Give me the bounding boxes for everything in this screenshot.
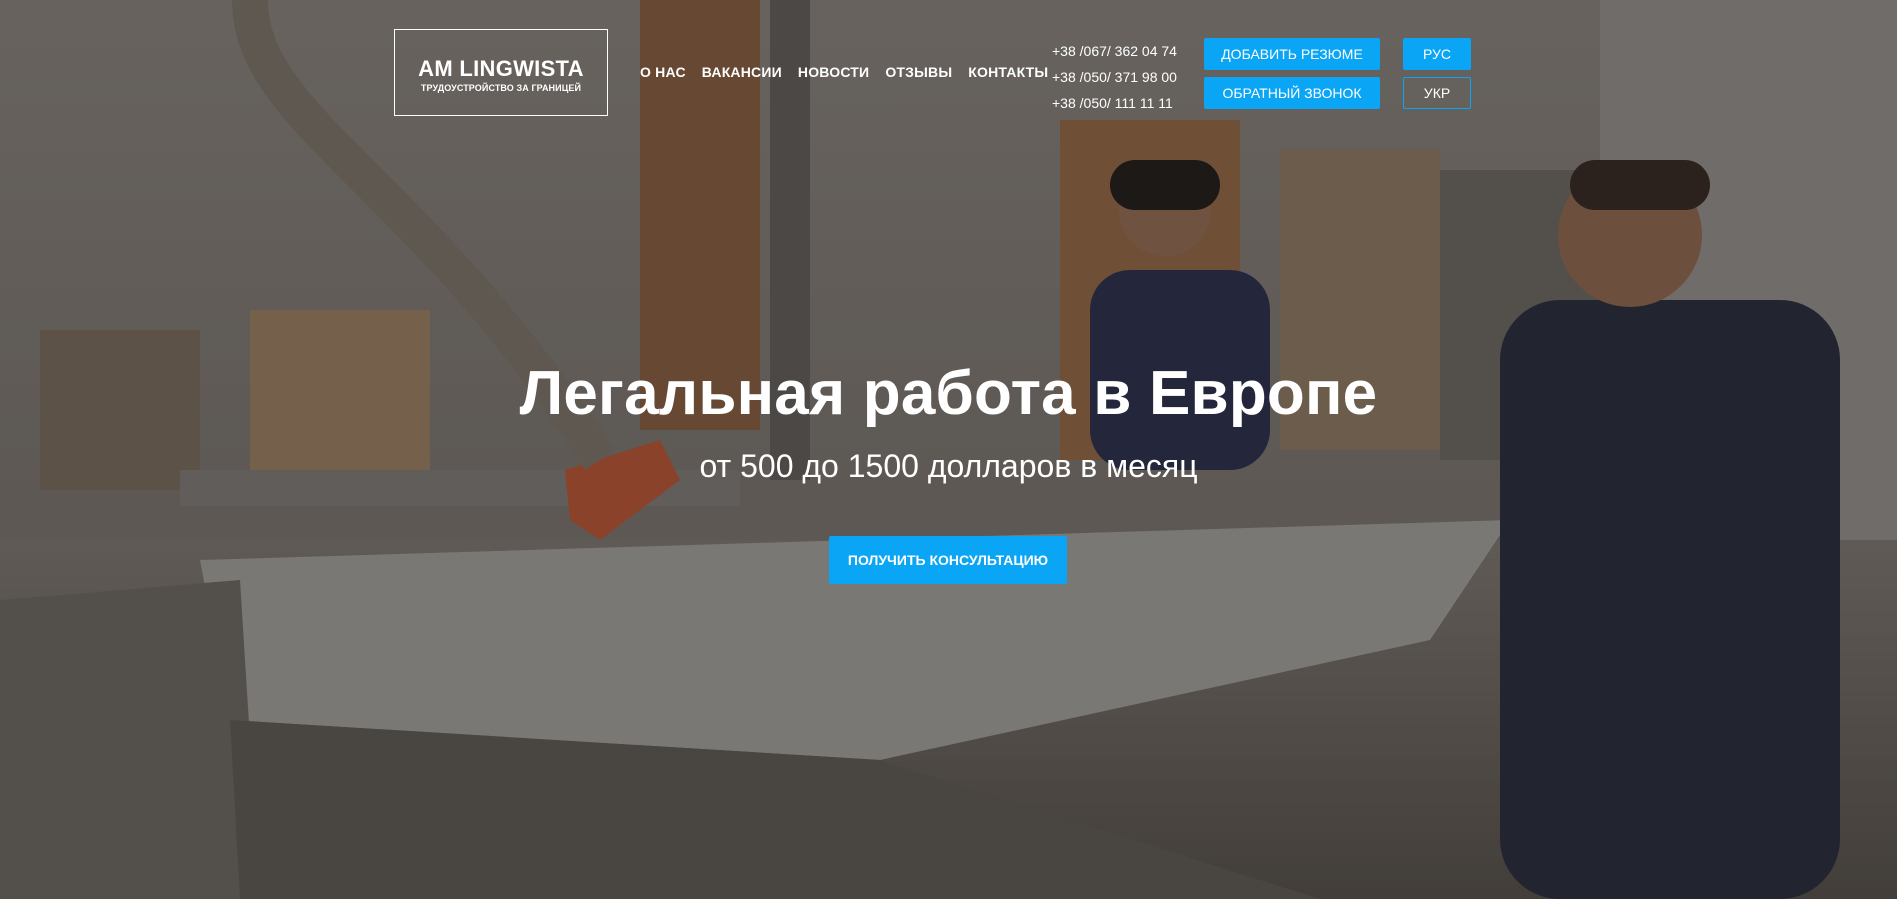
phone-number[interactable]: +38 /050/ 111 11 11 [1052, 90, 1177, 116]
nav-item-about[interactable]: О НАС [640, 64, 686, 80]
callback-button[interactable]: ОБРАТНЫЙ ЗВОНОК [1204, 77, 1380, 109]
hero-subline: от 500 до 1500 долларов в месяц [699, 448, 1198, 484]
hero-section: AM LINGWISTA ТРУДОУСТРОЙСТВО ЗА ГРАНИЦЕЙ… [0, 0, 1897, 899]
nav-item-contacts[interactable]: КОНТАКТЫ [968, 64, 1048, 80]
nav-item-reviews[interactable]: ОТЗЫВЫ [885, 64, 952, 80]
lang-ukr-button[interactable]: УКР [1403, 77, 1471, 109]
hero-headline: Легальная работа в Европе [519, 359, 1378, 428]
phone-number[interactable]: +38 /067/ 362 04 74 [1052, 38, 1177, 64]
logo-title: AM LINGWISTA [418, 56, 584, 81]
main-nav: О НАС ВАКАНСИИ НОВОСТИ ОТЗЫВЫ КОНТАКТЫ [640, 64, 1048, 80]
logo[interactable]: AM LINGWISTA ТРУДОУСТРОЙСТВО ЗА ГРАНИЦЕЙ [394, 29, 608, 116]
nav-item-vacancies[interactable]: ВАКАНСИИ [702, 64, 782, 80]
phone-list: +38 /067/ 362 04 74 +38 /050/ 371 98 00 … [1052, 38, 1177, 116]
site-header: AM LINGWISTA ТРУДОУСТРОЙСТВО ЗА ГРАНИЦЕЙ… [0, 0, 1897, 130]
nav-item-news[interactable]: НОВОСТИ [798, 64, 869, 80]
get-consultation-button[interactable]: ПОЛУЧИТЬ КОНСУЛЬТАЦИЮ [829, 536, 1067, 584]
logo-subtitle: ТРУДОУСТРОЙСТВО ЗА ГРАНИЦЕЙ [420, 83, 582, 93]
add-resume-button[interactable]: ДОБАВИТЬ РЕЗЮМЕ [1204, 38, 1380, 70]
phone-number[interactable]: +38 /050/ 371 98 00 [1052, 64, 1177, 90]
lang-rus-button[interactable]: РУС [1403, 38, 1471, 70]
